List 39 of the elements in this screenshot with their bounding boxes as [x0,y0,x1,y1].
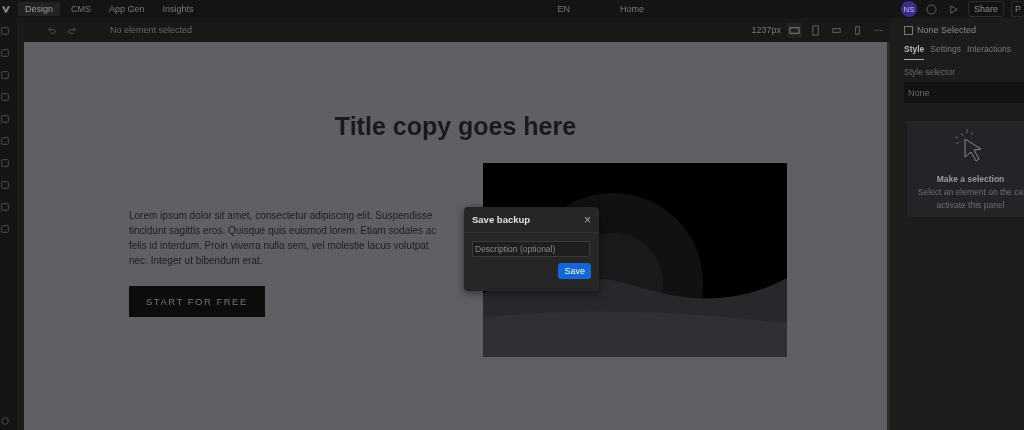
body-text: Lorem ipsum dolor sit amet, consectetur adipiscing elit. Suspendisse tincidunt sagittis eros. Quisque quis euismod lorem. Etiam sodales ac felis id interdum. Proin viverra nulla sem, vel molestie lacus volutpat nec. Integer ut bibendum erat. [129,209,438,268]
checkbox[interactable] [904,25,913,35]
rail-tool-icon[interactable] [0,114,10,124]
empty-state-title: Make a selection [936,174,1005,184]
rail-tool-icon[interactable] [0,136,10,146]
rail-tool-icon[interactable] [0,224,10,234]
dialog-title: Save backup [472,214,531,225]
save-button[interactable]: Save [558,263,591,279]
empty-state-text: Select an element on the ca [917,187,1024,197]
rail-tool-icon[interactable] [0,26,10,36]
cta-button[interactable]: START FOR FREE [129,286,265,317]
close-button[interactable]: × [584,214,591,225]
page-title: Title copy goes here [333,112,578,141]
style-selector-label: Style selector [904,67,957,77]
top-tab[interactable]: CMS [64,2,98,16]
rail-tool-icon[interactable] [0,158,10,168]
publish-button[interactable]: P [1011,1,1024,17]
page-dropdown[interactable]: Home [620,4,645,14]
selection-status: No element selected [110,25,193,35]
share-button[interactable]: Share [967,1,1004,17]
description-field[interactable]: Description (optional) [472,241,590,257]
top-tab[interactable]: Insights [155,2,201,16]
rail-tool-icon[interactable] [0,70,10,80]
panel-tab[interactable]: Settings [930,44,962,60]
top-tab[interactable]: Design [18,2,60,16]
style-selector-field[interactable]: None [904,82,1024,103]
locale-dropdown[interactable]: EN [557,4,570,14]
rail-tool-icon[interactable] [0,202,10,212]
rail-tool-icon[interactable] [0,180,10,190]
rail-tool-icon[interactable] [0,48,10,58]
desktop-icon[interactable] [787,22,802,38]
logo-icon[interactable] [2,5,10,13]
width-dropdown[interactable]: 1237px [751,25,781,35]
rail-tool-icon[interactable] [0,92,10,102]
checkbox-label: None Selected [917,25,977,35]
top-tab[interactable]: App Gen [102,2,152,16]
empty-state-text: activate this panel [936,200,1005,210]
panel-tab[interactable]: Interactions [967,44,1011,60]
panel-tab[interactable]: Style [904,44,925,60]
